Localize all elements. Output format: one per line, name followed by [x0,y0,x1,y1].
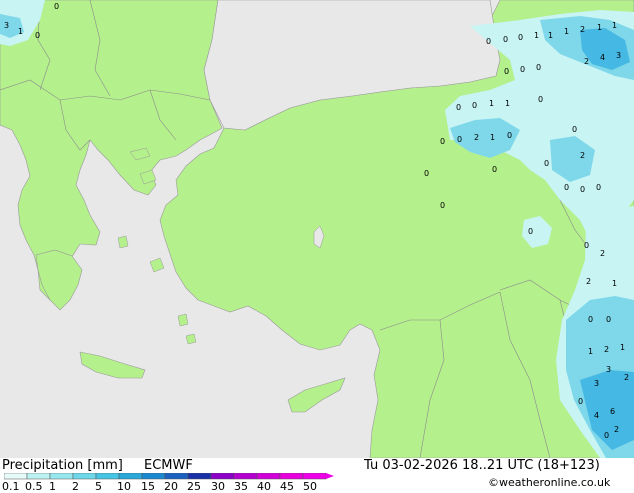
precip-value: 0 [456,103,461,112]
precip-value: 2 [580,25,585,34]
precip-value: 2 [614,425,619,434]
precip-value: 1 [588,347,593,356]
legend-color-cell [141,473,166,480]
precip-value: 1 [505,99,510,108]
legend-label: 0.1 [2,480,20,493]
precip-value: 0 [596,183,601,192]
precip-value: 1 [564,27,569,36]
precip-value: 3 [606,365,611,374]
legend-label: 40 [257,480,271,493]
precipitation-title: Precipitation [mm] [2,458,123,473]
legend-label: 50 [303,480,317,493]
precip-value: 0 [492,165,497,174]
precip-value: 2 [584,57,589,66]
precip-value: 0 [536,63,541,72]
legend-label: 25 [187,480,201,493]
legend-label: 30 [211,480,225,493]
legend-color-cell [256,473,281,480]
precip-value: 0 [520,65,525,74]
precip-value: 2 [586,277,591,286]
precip-value: 0 [424,169,429,178]
precip-value: 0 [606,315,611,324]
precip-value: 0 [457,135,462,144]
model-label: ECMWF [144,458,193,473]
legend-label: 1 [49,480,56,493]
precip-value: 0 [503,35,508,44]
legend-color-cell [187,473,212,480]
precip-value: 0 [588,315,593,324]
footer-panel: Precipitation [mm] ECMWF Tu 03-02-2026 1… [0,458,634,493]
legend-labels: 0.1 0.5 1 2 5 10 15 20 25 30 35 40 45 50 [0,480,340,493]
precip-value: 1 [620,343,625,352]
precip-value: 0 [584,241,589,250]
credit-link[interactable]: ©weatheronline.co.uk [488,476,610,489]
precip-value: 6 [610,407,615,416]
legend-color-cell [233,473,258,480]
precip-value: 0 [544,159,549,168]
precip-value: 0 [580,185,585,194]
precip-value: 0 [578,397,583,406]
precip-value: 0 [538,95,543,104]
legend-label: 20 [164,480,178,493]
precip-value: 1 [612,21,617,30]
precip-value: 4 [594,411,599,420]
legend-label: 2 [72,480,79,493]
legend-color-cell [4,473,28,480]
precip-value: 2 [604,345,609,354]
precip-value: 0 [528,227,533,236]
legend-color-cell [164,473,189,480]
precip-value: 2 [580,151,585,160]
precip-value: 0 [472,101,477,110]
legend-color-cell [210,473,235,480]
precip-value: 1 [597,23,602,32]
precip-value: 0 [486,37,491,46]
precip-value: 1 [534,31,539,40]
precip-value: 0 [572,125,577,134]
legend-color-cell [95,473,120,480]
precip-value: 2 [600,249,605,258]
precip-value: 3 [616,51,621,60]
precip-value: 4 [600,53,605,62]
legend-color-cell [49,473,74,480]
precip-value: 1 [490,133,495,142]
precip-value: 0 [54,2,59,11]
precip-value: 0 [440,137,445,146]
precip-value: 3 [4,21,9,30]
legend-color-cell [302,473,327,480]
precip-value: 3 [594,379,599,388]
legend-label: 35 [234,480,248,493]
legend-label: 45 [280,480,294,493]
precip-value: 0 [518,33,523,42]
legend-label: 15 [141,480,155,493]
precip-value: 1 [548,31,553,40]
legend-label: 10 [117,480,131,493]
precip-value: 0 [564,183,569,192]
precip-value: 0 [507,131,512,140]
legend-color-cell [118,473,143,480]
precip-value: 0 [35,31,40,40]
legend-color-cell [279,473,304,480]
legend-color-cell [26,473,51,480]
legend-label: 0.5 [25,480,43,493]
precip-value: 1 [18,27,23,36]
precip-value: 2 [624,373,629,382]
precip-value: 1 [489,99,494,108]
precip-value: 1 [612,279,617,288]
precip-value: 0 [604,431,609,440]
legend-arrow [326,473,334,479]
precip-value: 2 [474,133,479,142]
legend-label: 5 [95,480,102,493]
datetime-label: Tu 03-02-2026 18..21 UTC (18+123) [364,458,600,473]
precipitation-map: 3 1 0 0 0 0 0 1 1 1 2 1 1 0 0 0 2 4 3 0 … [0,0,634,458]
precip-value: 0 [440,201,445,210]
legend-color-cell [72,473,97,480]
precip-value: 0 [504,67,509,76]
